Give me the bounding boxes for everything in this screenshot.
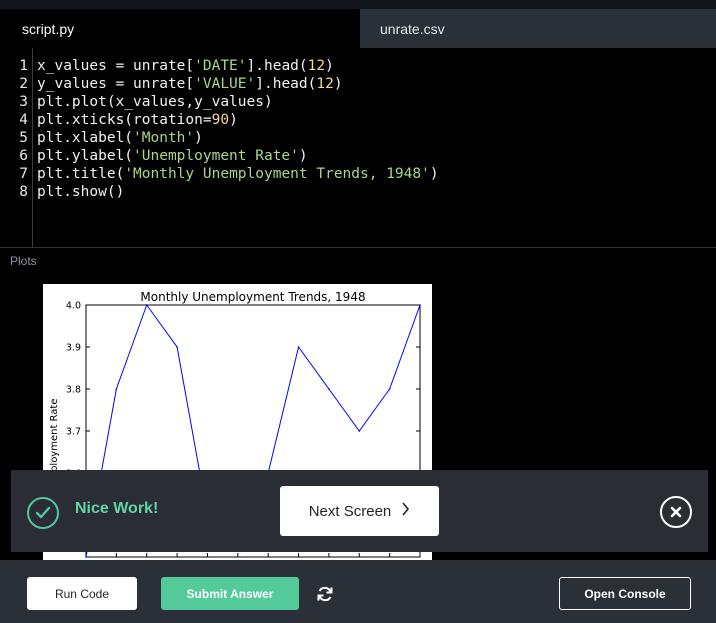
line-number: 2 — [19, 76, 28, 92]
data-point — [115, 388, 118, 390]
line-number: 4 — [19, 112, 28, 128]
next-screen-button[interactable]: Next Screen — [280, 486, 439, 536]
plots-panel-label: Plots — [10, 254, 37, 268]
bottom-toolbar: Run Code Submit Answer Open Console — [0, 560, 716, 623]
submit-answer-button[interactable]: Submit Answer — [161, 577, 299, 610]
success-toast: Nice Work! Next Screen — [11, 470, 708, 552]
toast-message: Nice Work! — [75, 500, 159, 517]
close-icon — [670, 503, 682, 522]
y-tick-label: 3.8 — [66, 385, 81, 396]
close-toast-button[interactable] — [660, 496, 692, 528]
code-text: y_values = unrate['VALUE'].head(12) — [37, 76, 343, 92]
y-tick-label: 3.7 — [66, 427, 81, 438]
y-tick-label: 4.0 — [66, 301, 81, 312]
data-point — [419, 304, 421, 306]
code-text: plt.xticks(rotation=90) — [37, 112, 238, 128]
code-text: plt.show() — [37, 184, 125, 200]
data-point — [328, 388, 330, 390]
run-code-button[interactable]: Run Code — [27, 577, 137, 610]
code-editor[interactable]: 1 x_values = unrate['DATE'].head(12) 2 y_va… — [0, 48, 716, 248]
tab-script-py-label: script.py — [22, 20, 75, 37]
y-tick-label: 3.9 — [66, 343, 81, 354]
line-number: 5 — [19, 130, 28, 146]
code-text: plt.title('Monthly Unemployment Trends, … — [37, 166, 439, 182]
chart-title: Monthly Unemployment Trends, 1948 — [140, 290, 365, 304]
data-point — [358, 430, 361, 432]
line-number: 7 — [19, 166, 28, 182]
open-console-button[interactable]: Open Console — [559, 577, 691, 610]
tab-unrate-csv[interactable]: unrate.csv — [360, 9, 716, 48]
refresh-icon[interactable] — [316, 585, 334, 603]
data-point — [85, 556, 87, 558]
line-number: 1 — [19, 58, 28, 74]
code-text: x_values = unrate['DATE'].head(12) — [37, 58, 334, 74]
data-point — [176, 346, 178, 348]
line-number: 3 — [19, 94, 28, 110]
tab-unrate-csv-label: unrate.csv — [380, 20, 445, 37]
code-text: plt.plot(x_values,y_values) — [37, 94, 273, 110]
next-screen-label: Next Screen — [308, 502, 392, 520]
tab-script-py[interactable]: script.py — [0, 9, 360, 48]
data-point — [388, 388, 391, 390]
code-text: plt.xlabel('Month') — [37, 130, 203, 146]
check-circle-icon — [27, 497, 59, 529]
code-text: plt.ylabel('Unemployment Rate') — [37, 148, 308, 164]
chevron-right-icon — [401, 502, 410, 520]
line-number: 8 — [19, 184, 28, 200]
line-number: 6 — [19, 148, 28, 164]
data-point — [145, 304, 148, 306]
editor-tab-bar: script.py unrate.csv — [0, 0, 716, 48]
data-point — [297, 346, 300, 348]
